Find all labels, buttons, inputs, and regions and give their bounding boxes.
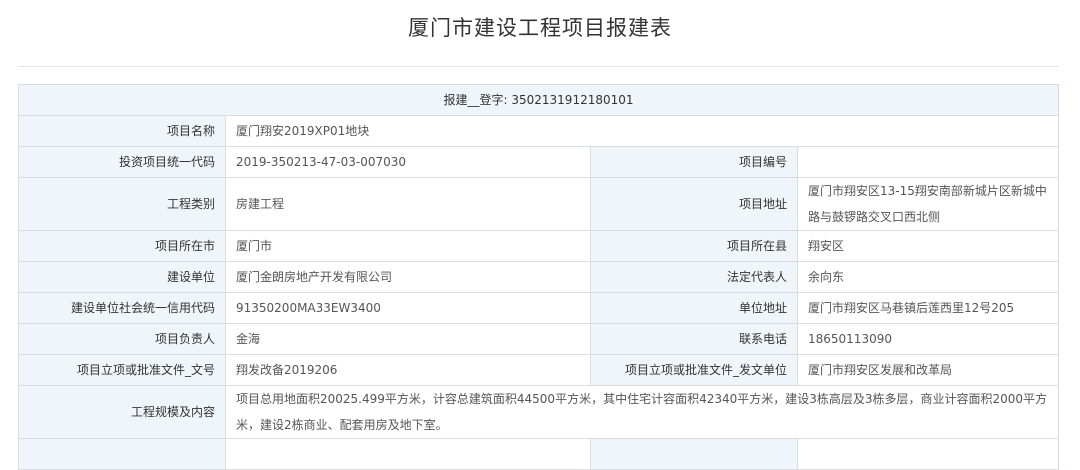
phone-value: 18650113090 bbox=[796, 323, 1060, 355]
builder-value: 厦门金朗房地产开发有限公司 bbox=[225, 261, 591, 293]
header-row: 报建__登字: 3502131912180101 bbox=[17, 84, 1060, 116]
table-row: 工程类别 房建工程 项目地址 厦门市翔安区13-15翔安南部新城片区新城中路与鼓… bbox=[18, 177, 1060, 231]
address-value: 厦门市翔安区13-15翔安南部新城片区新城中路与鼓锣路交叉口西北侧 bbox=[796, 177, 1060, 231]
page-title: 厦门市建设工程项目报建表 bbox=[408, 16, 672, 40]
category-label: 工程类别 bbox=[18, 177, 226, 231]
builder-label: 建设单位 bbox=[18, 261, 226, 293]
approval-no-label: 项目立项或批准文件_文号 bbox=[18, 354, 226, 386]
approval-unit-label: 项目立项或批准文件_发文单位 bbox=[590, 354, 798, 386]
table-row: 项目名称 厦门翔安2019XP01地块 bbox=[18, 115, 1060, 147]
table-row: 项目所在市 厦门市 项目所在县 翔安区 bbox=[18, 230, 1060, 262]
address-label: 项目地址 bbox=[590, 177, 798, 231]
city-label: 项目所在市 bbox=[18, 230, 226, 262]
manager-value: 金海 bbox=[225, 323, 591, 355]
approval-no-value: 翔发改备2019206 bbox=[225, 354, 591, 386]
legal-rep-value: 余向东 bbox=[796, 261, 1060, 293]
registration-table: 报建__登字: 3502131912180101 项目名称 厦门翔安2019XP… bbox=[17, 84, 1060, 470]
scope-label: 工程规模及内容 bbox=[18, 385, 226, 439]
project-no-value bbox=[796, 146, 1060, 178]
project-name-label: 项目名称 bbox=[18, 115, 226, 147]
table-row: 投资项目统一代码 2019-350213-47-03-007030 项目编号 bbox=[18, 146, 1060, 178]
project-no-label: 项目编号 bbox=[590, 146, 798, 178]
table-row: 建设单位社会统一信用代码 91350200MA33EW3400 单位地址 厦门市… bbox=[18, 292, 1060, 324]
table-row: 建设单位 厦门金朗房地产开发有限公司 法定代表人 余向东 bbox=[18, 261, 1060, 293]
county-value: 翔安区 bbox=[796, 230, 1060, 262]
unit-address-label: 单位地址 bbox=[590, 292, 798, 324]
registration-number-label: 报建__登字: bbox=[443, 93, 512, 107]
empty-cell bbox=[796, 438, 1060, 470]
legal-rep-label: 法定代表人 bbox=[590, 261, 798, 293]
approval-unit-value: 厦门市翔安区发展和改革局 bbox=[796, 354, 1060, 386]
table-row: 工程规模及内容 项目总用地面积20025.499平方米，计容总建筑面积44500… bbox=[18, 385, 1060, 439]
invest-code-value: 2019-350213-47-03-007030 bbox=[225, 146, 591, 178]
table-row: 项目立项或批准文件_文号 翔发改备2019206 项目立项或批准文件_发文单位 … bbox=[18, 354, 1060, 386]
table-row: 项目负责人 金海 联系电话 18650113090 bbox=[18, 323, 1060, 355]
county-label: 项目所在县 bbox=[590, 230, 798, 262]
registration-number-value: 3502131912180101 bbox=[511, 93, 634, 107]
unit-address-value: 厦门市翔安区马巷镇后莲西里12号205 bbox=[796, 292, 1060, 324]
registration-number: 报建__登字: 3502131912180101 bbox=[17, 84, 1060, 116]
invest-code-label: 投资项目统一代码 bbox=[18, 146, 226, 178]
manager-label: 项目负责人 bbox=[18, 323, 226, 355]
empty-cell bbox=[18, 438, 226, 470]
table-row-partial bbox=[18, 438, 1060, 470]
empty-cell bbox=[590, 438, 798, 470]
empty-cell bbox=[225, 438, 591, 470]
credit-code-value: 91350200MA33EW3400 bbox=[225, 292, 591, 324]
category-value: 房建工程 bbox=[225, 177, 591, 231]
city-value: 厦门市 bbox=[225, 230, 591, 262]
scope-value: 项目总用地面积20025.499平方米，计容总建筑面积44500平方米，其中住宅… bbox=[224, 385, 1060, 439]
phone-label: 联系电话 bbox=[590, 323, 798, 355]
project-name-value: 厦门翔安2019XP01地块 bbox=[224, 115, 1060, 147]
title-divider bbox=[18, 66, 1058, 67]
credit-code-label: 建设单位社会统一信用代码 bbox=[18, 292, 226, 324]
